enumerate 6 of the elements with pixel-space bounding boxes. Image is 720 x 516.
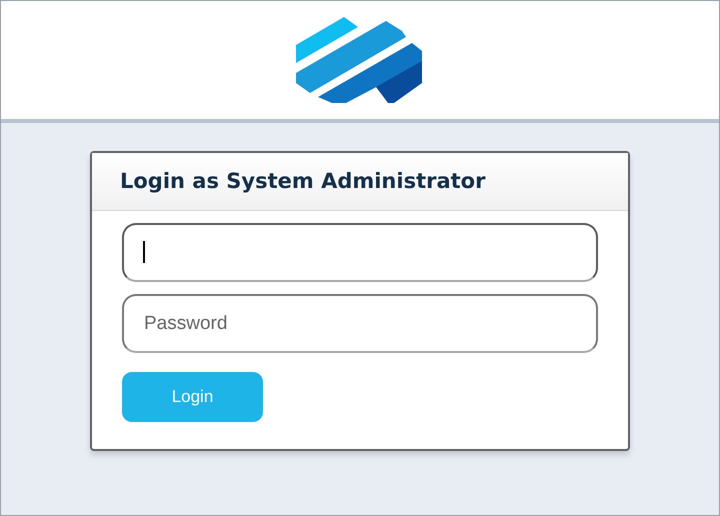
logo-icon (296, 17, 424, 103)
input-field[interactable] (122, 223, 598, 282)
text-cursor (143, 241, 145, 263)
input-field[interactable]: Password (122, 294, 598, 353)
login-button[interactable]: Login (122, 372, 263, 422)
card-title: Login as System Administrator (120, 168, 486, 195)
